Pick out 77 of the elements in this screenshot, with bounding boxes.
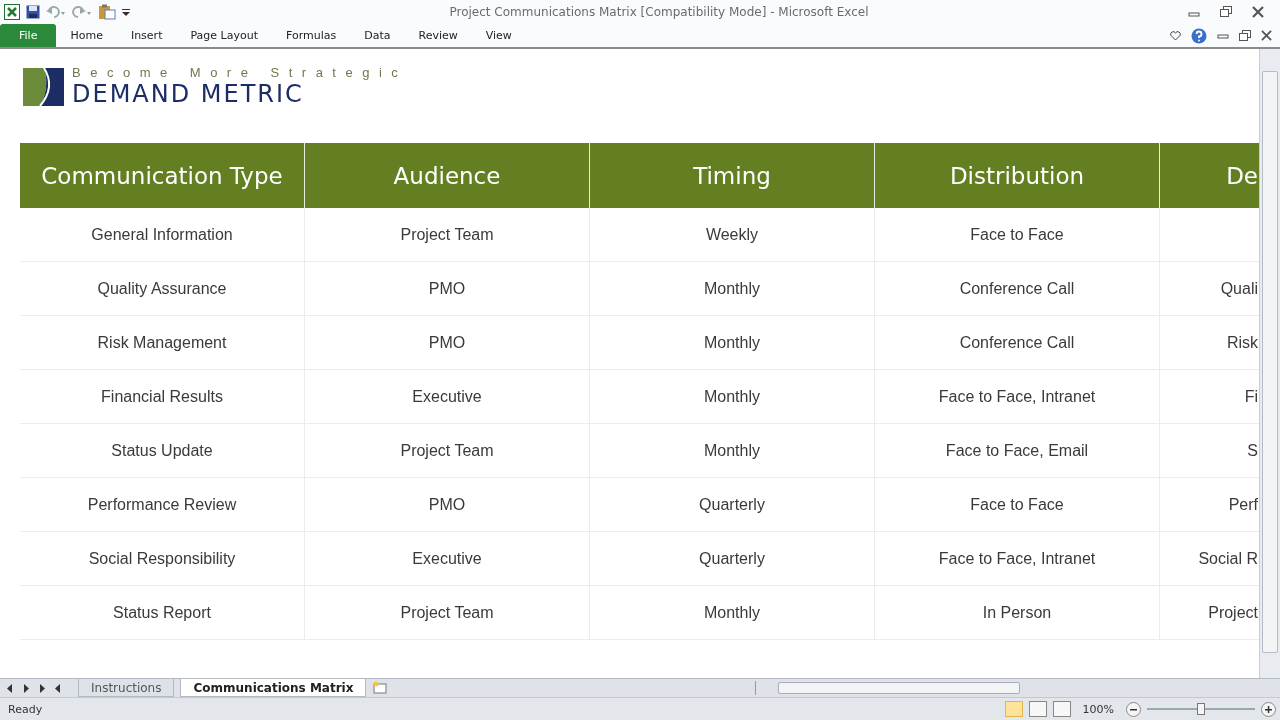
column-header: Communication Type <box>20 143 305 208</box>
table-cell: PMO <box>428 333 466 352</box>
table-cell: Quali <box>1220 279 1258 298</box>
table-cell: Face to Face <box>970 495 1064 514</box>
table-cell: Quality Assurance <box>97 279 227 298</box>
table-cell: Risk Management <box>97 333 227 352</box>
status-text: Ready <box>8 702 43 716</box>
table-cell: Monthly <box>704 333 760 352</box>
table-cell: Social Responsibility <box>88 549 236 568</box>
ribbon-tab[interactable]: Formulas <box>272 24 351 47</box>
window-title: Project Communications Matrix [Compatibility Mode] - Microsoft Excel <box>448 5 870 19</box>
heart-icon[interactable] <box>1170 30 1181 41</box>
table-cell: Monthly <box>704 387 760 406</box>
table-cell: Face to Face, Intranet <box>938 387 1096 406</box>
table-cell: PMO <box>428 279 466 298</box>
zoom-in-icon[interactable] <box>1261 701 1276 717</box>
ribbon-tab[interactable]: Review <box>404 24 472 47</box>
column-header: De <box>1225 161 1259 191</box>
page-break-view-icon[interactable] <box>1052 701 1071 717</box>
save-icon[interactable] <box>26 5 40 19</box>
table-cell: Performance Review <box>87 495 237 514</box>
table-cell: Project <box>1208 603 1258 622</box>
table-cell: Face to Face <box>970 225 1064 244</box>
table-cell: Social R <box>1198 549 1258 568</box>
help-icon[interactable] <box>1191 27 1207 44</box>
table-cell: Perf <box>1228 495 1258 514</box>
close-icon[interactable] <box>1252 6 1264 18</box>
logo-wordmark: DEMAND METRIC <box>72 81 305 107</box>
table-cell: Executive <box>412 549 482 568</box>
customize-toolbar-icon[interactable] <box>122 7 130 17</box>
excel-logo-icon[interactable] <box>4 4 20 20</box>
page-layout-view-icon[interactable] <box>1028 701 1047 717</box>
table-cell: Status Update <box>111 441 213 460</box>
table-cell: PMO <box>428 495 466 514</box>
ribbon-tab[interactable]: Home <box>56 24 117 47</box>
table-cell: General Information <box>91 225 233 244</box>
clipboard-icon[interactable] <box>98 4 116 20</box>
table-cell: Quarterly <box>699 495 765 514</box>
restore-icon[interactable] <box>1239 29 1251 42</box>
table-cell: Face to Face, Email <box>945 441 1089 460</box>
restore-icon[interactable] <box>1220 6 1232 18</box>
ribbon-tab[interactable]: Insert <box>116 24 177 47</box>
table-cell: Project Team <box>400 603 494 622</box>
ribbon-tab[interactable]: View <box>471 24 526 47</box>
table-cell: Project Team <box>400 441 494 460</box>
logo-icon <box>20 65 66 109</box>
zoom-out-icon[interactable] <box>1126 701 1141 717</box>
table-cell: Financial Results <box>101 387 223 406</box>
table-cell: Project Team <box>400 225 494 244</box>
table-cell: Executive <box>412 387 482 406</box>
scrollbar-thumb[interactable] <box>1262 71 1278 653</box>
logo-tagline: Become More Strategic <box>72 65 408 81</box>
scrollbar-thumb[interactable] <box>778 682 1020 694</box>
table-cell: Risk <box>1226 333 1258 352</box>
table-cell: Monthly <box>704 279 760 298</box>
close-icon[interactable] <box>1261 30 1272 41</box>
column-header: Distribution <box>875 143 1160 208</box>
column-header: Timing <box>590 143 875 208</box>
table-cell: Conference Call <box>959 279 1075 298</box>
table-cell: In Person <box>982 603 1052 622</box>
table-cell: Monthly <box>704 441 760 460</box>
ribbon-tab[interactable]: Data <box>350 24 405 47</box>
column-header: Audience <box>305 143 590 208</box>
table-cell: Status Report <box>113 603 211 622</box>
zoom-level[interactable]: 100% <box>1076 702 1120 716</box>
vertical-scrollbar[interactable] <box>1259 49 1280 678</box>
table-cell: Conference Call <box>959 333 1075 352</box>
sheet-tab[interactable]: Instructions <box>78 679 175 697</box>
table-cell: Quarterly <box>699 549 765 568</box>
slider-thumb[interactable] <box>1197 703 1205 715</box>
table-cell: Monthly <box>704 603 760 622</box>
ribbon-tab[interactable]: Page Layout <box>176 24 272 47</box>
table-cell: Face to Face, Intranet <box>938 549 1096 568</box>
table-cell: Fi <box>1244 387 1258 406</box>
table-cell: Weekly <box>705 225 759 244</box>
sheet-tab[interactable]: Communications Matrix <box>180 679 367 697</box>
table-cell: S <box>1247 441 1258 460</box>
